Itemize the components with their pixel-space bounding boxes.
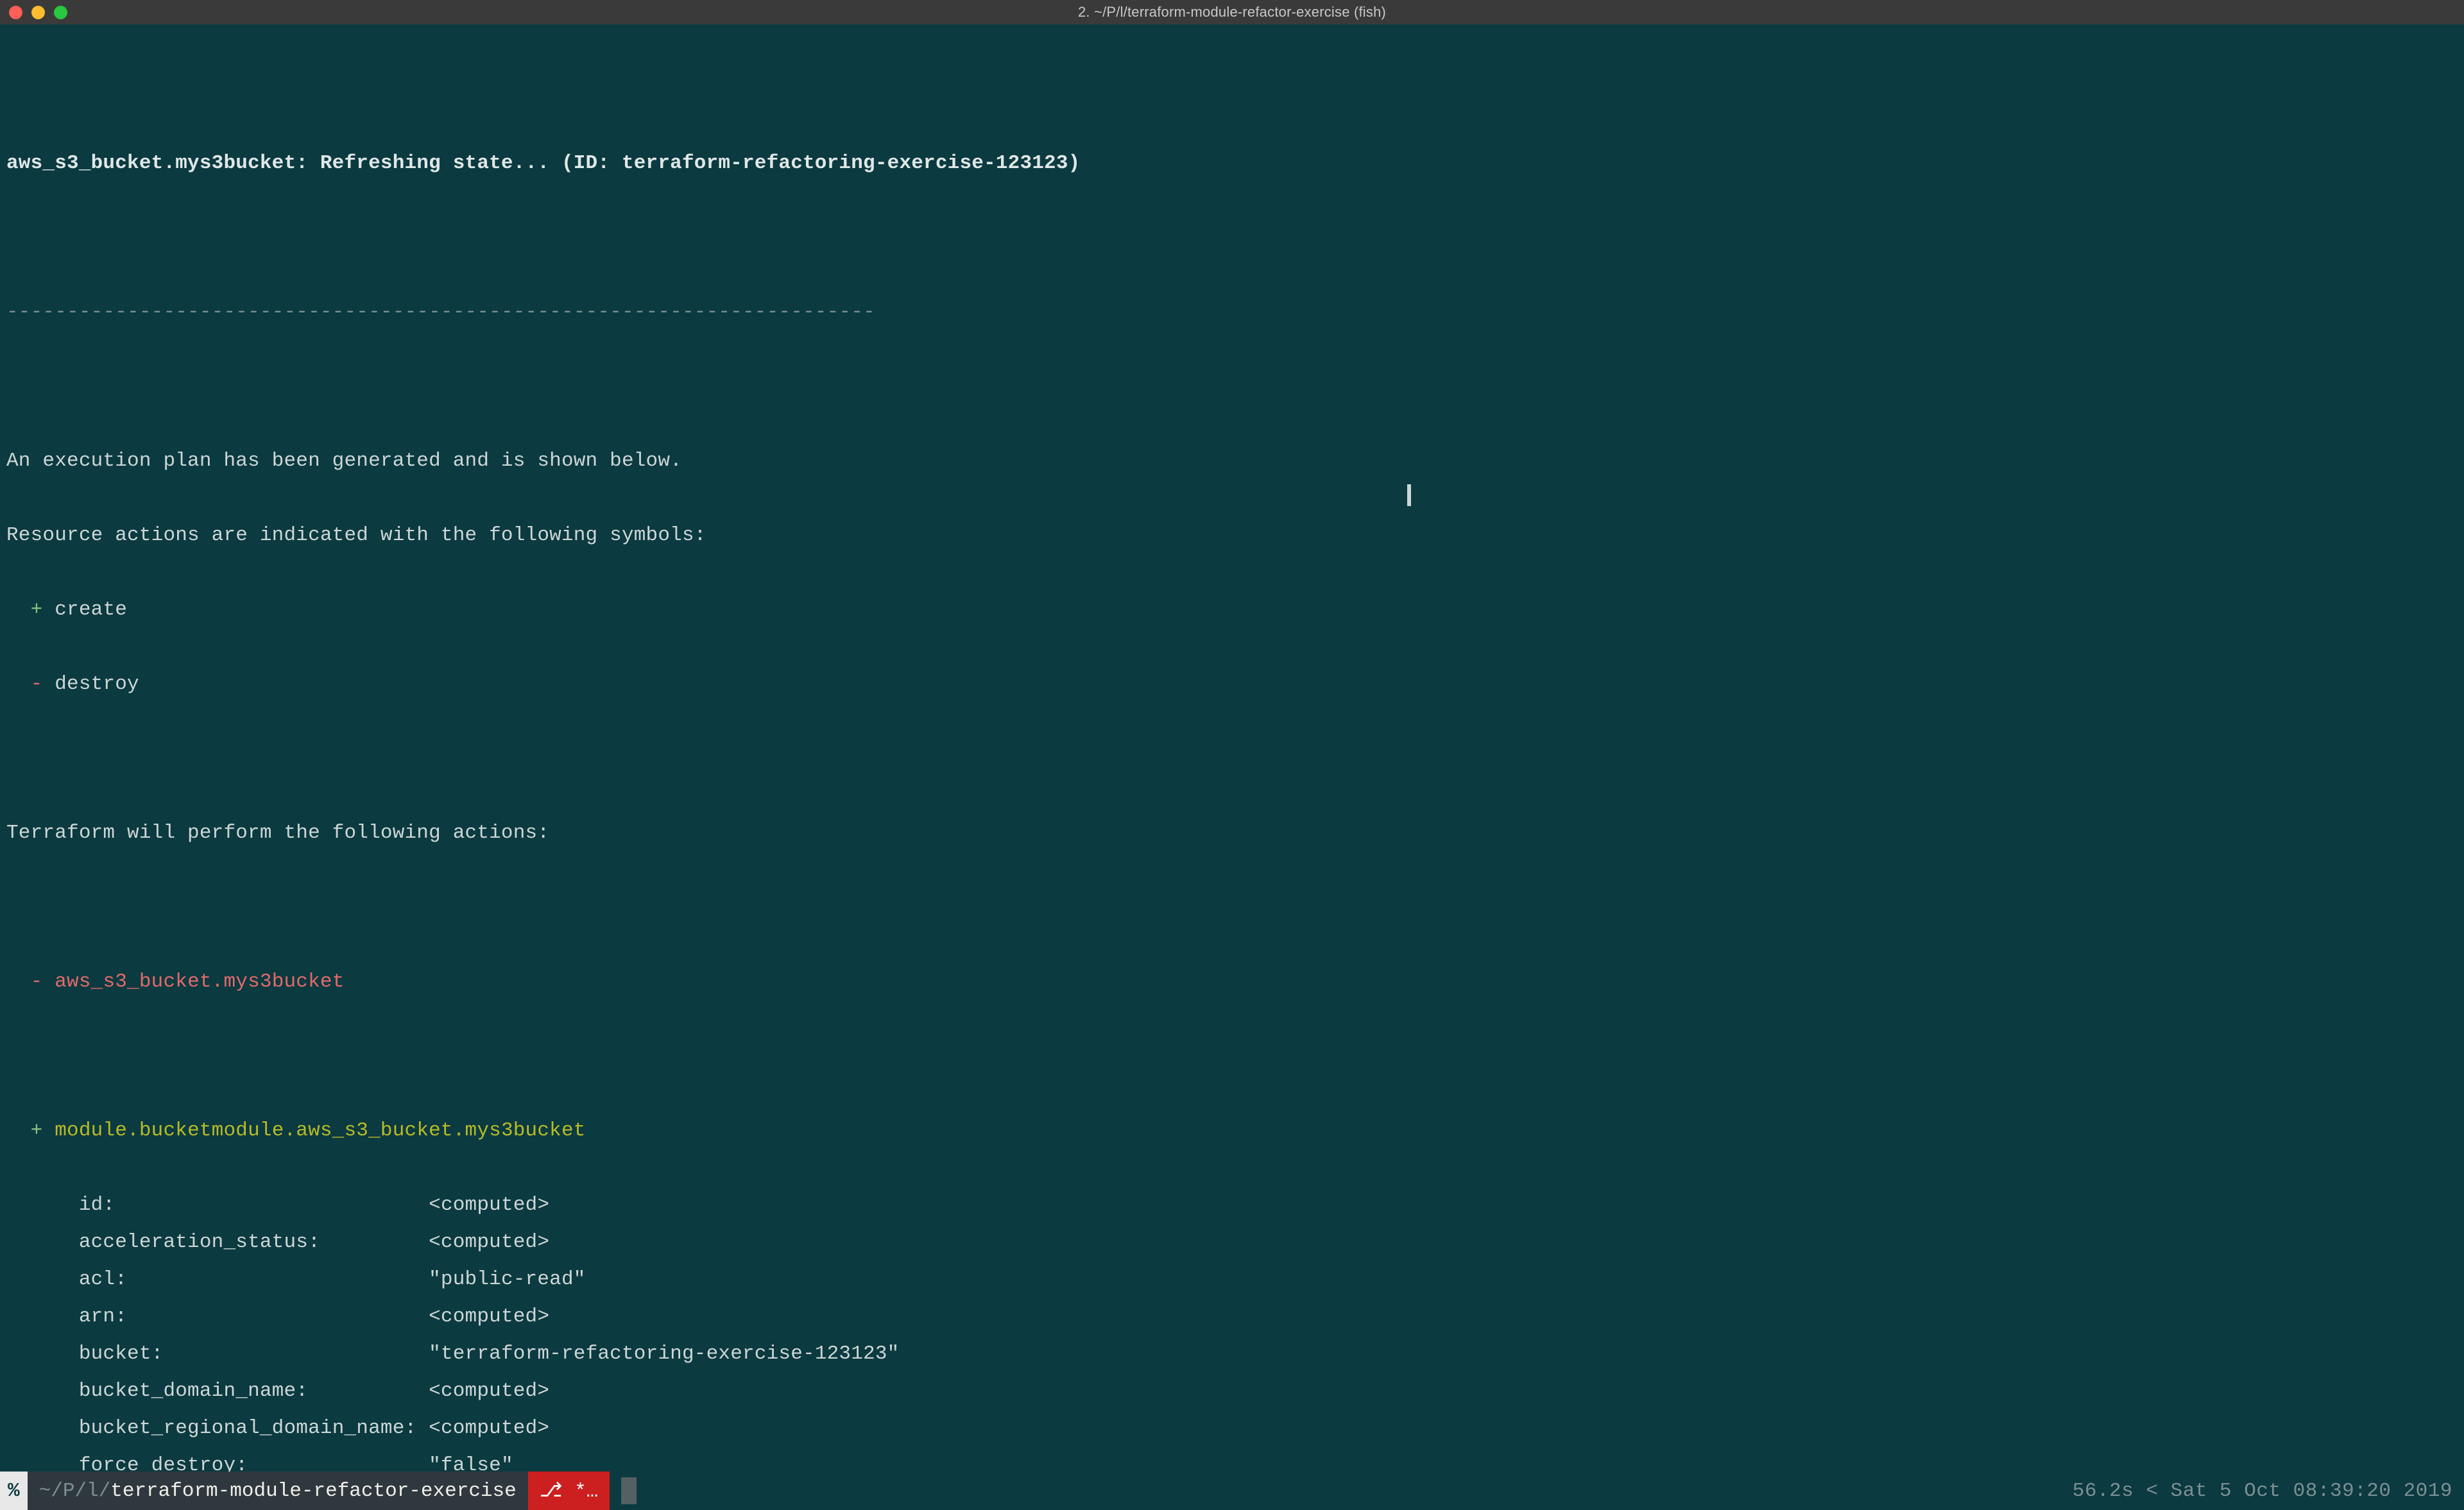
attr-key: id:: [79, 1194, 115, 1216]
attr-value: <computed>: [429, 1380, 549, 1402]
actions-header: Terraform will perform the following act…: [6, 815, 2458, 852]
shell-prompt-bar: % ~/P/l/terraform-module-refactor-exerci…: [0, 1472, 2464, 1510]
attr-value: "terraform-refactoring-exercise-123123": [429, 1343, 899, 1365]
prompt-git-segment: ⎇ *…: [528, 1472, 610, 1510]
attr-value: "public-read": [429, 1268, 585, 1291]
attr-key: acl:: [79, 1268, 127, 1291]
close-icon[interactable]: [9, 6, 22, 19]
destroy-resource: aws_s3_bucket.mys3bucket: [55, 971, 344, 993]
prompt-path-segment: ~/P/l/terraform-module-refactor-exercise: [28, 1472, 528, 1510]
create-resource-attrs: id: <computed> acceleration_status: <com…: [6, 1187, 2458, 1510]
attr-row: acl: "public-read": [6, 1261, 2458, 1298]
create-resource: module.bucketmodule.aws_s3_bucket.mys3bu…: [55, 1119, 585, 1142]
attr-key: bucket_domain_name:: [79, 1380, 308, 1402]
attr-value: <computed>: [429, 1417, 549, 1439]
traffic-lights: [9, 6, 67, 19]
legend-destroy-sym: -: [31, 673, 43, 695]
text-cursor-icon: [1407, 484, 1411, 506]
create-sym: +: [31, 1119, 43, 1142]
prompt-path-dim: ~/P/l/: [39, 1480, 111, 1502]
plan-intro-1: An execution plan has been generated and…: [6, 443, 2458, 480]
attr-row: arn: <computed>: [6, 1298, 2458, 1336]
attr-row: acceleration_status: <computed>: [6, 1224, 2458, 1261]
legend-destroy-word: destroy: [55, 673, 139, 695]
prompt-cursor-icon[interactable]: [621, 1477, 637, 1504]
attr-row: bucket: "terraform-refactoring-exercise-…: [6, 1336, 2458, 1373]
window-title: 2. ~/P/l/terraform-module-refactor-exerc…: [1078, 4, 1386, 21]
attr-key: arn:: [79, 1305, 127, 1328]
hr-top: ----------------------------------------…: [6, 301, 875, 323]
legend-create-word: create: [55, 598, 127, 621]
destroy-sym: -: [31, 971, 43, 993]
plan-intro-2: Resource actions are indicated with the …: [6, 517, 2458, 554]
prompt-mode-segment: %: [0, 1472, 28, 1510]
prompt-path-bright: terraform-module-refactor-exercise: [110, 1480, 517, 1502]
zoom-icon[interactable]: [54, 6, 67, 19]
attr-value: <computed>: [429, 1231, 549, 1253]
prompt-right-status: 56.2s < Sat 5 Oct 08:39:20 2019: [2073, 1480, 2464, 1502]
attr-key: acceleration_status:: [79, 1231, 320, 1253]
minimize-icon[interactable]: [31, 6, 45, 19]
window-titlebar: 2. ~/P/l/terraform-module-refactor-exerc…: [0, 0, 2464, 24]
attr-row: bucket_regional_domain_name: <computed>: [6, 1410, 2458, 1447]
attr-key: bucket_regional_domain_name:: [79, 1417, 417, 1439]
legend-create-sym: +: [31, 598, 43, 621]
attr-row: id: <computed>: [6, 1187, 2458, 1224]
refresh-state-line: aws_s3_bucket.mys3bucket: Refreshing sta…: [6, 152, 1080, 174]
attr-key: bucket:: [79, 1343, 164, 1365]
terminal[interactable]: aws_s3_bucket.mys3bucket: Refreshing sta…: [0, 24, 2464, 1472]
attr-value: <computed>: [429, 1305, 549, 1328]
attr-value: <computed>: [429, 1194, 549, 1216]
attr-row: bucket_domain_name: <computed>: [6, 1373, 2458, 1410]
